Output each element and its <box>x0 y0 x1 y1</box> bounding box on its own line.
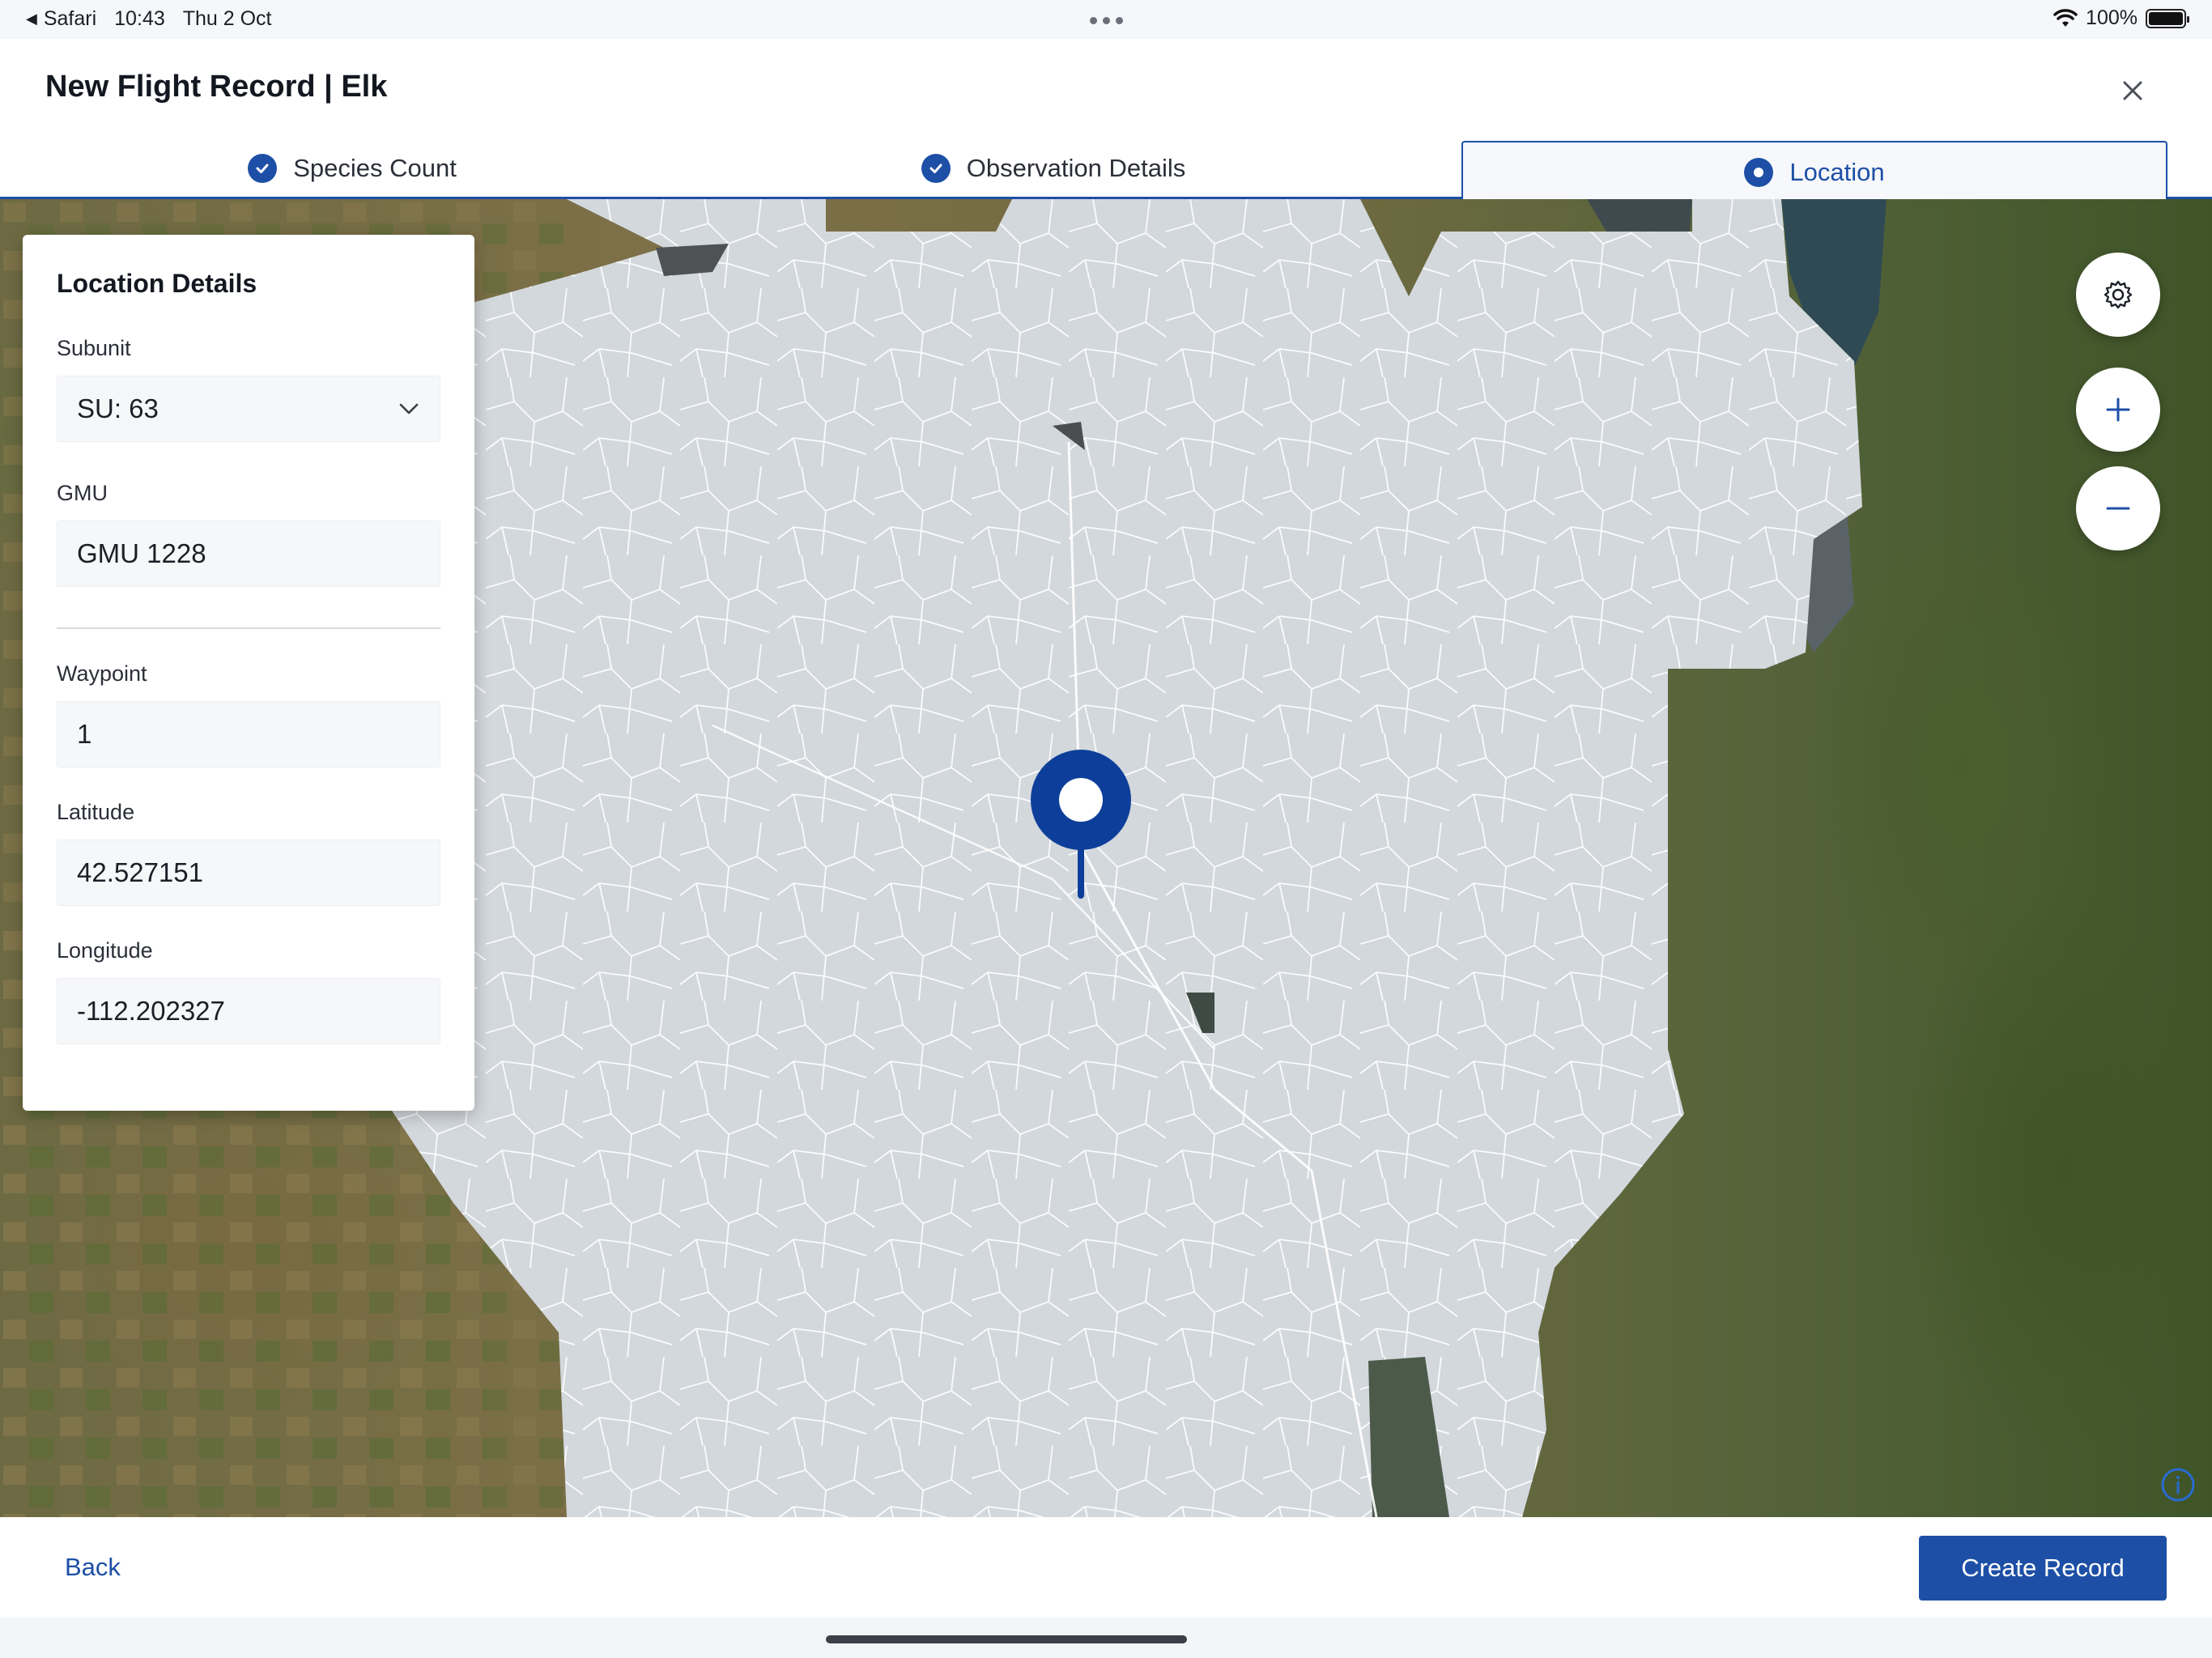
latitude-value: 42.527151 <box>77 857 203 887</box>
status-time: 10:43 <box>114 7 165 30</box>
check-circle-icon <box>921 154 951 183</box>
status-bar-right: 100% <box>2053 6 2189 30</box>
tab-location[interactable]: Location <box>1461 141 2167 202</box>
tab-label: Observation Details <box>966 154 1186 182</box>
subunit-select[interactable]: SU: 63 <box>57 376 440 442</box>
back-app-label[interactable]: Safari <box>44 7 96 31</box>
longitude-field[interactable]: -112.202327 <box>57 978 440 1044</box>
tab-species-count[interactable]: Species Count <box>0 138 704 199</box>
map-settings-button[interactable] <box>2076 253 2160 337</box>
panel-title: Location Details <box>57 269 257 298</box>
divider <box>57 627 440 629</box>
gear-icon <box>2104 280 2133 309</box>
subunit-value: SU: 63 <box>77 393 159 423</box>
minus-icon <box>2106 507 2130 510</box>
status-bar: ◀ Safari 10:43 Thu 2 Oct 100% <box>0 0 2212 39</box>
battery-icon <box>2146 8 2189 28</box>
longitude-value: -112.202327 <box>77 996 225 1026</box>
wifi-icon <box>2053 8 2078 27</box>
waypoint-value: 1 <box>77 719 92 749</box>
plus-icon <box>2106 397 2130 422</box>
gmu-field[interactable]: GMU 1228 <box>57 521 440 587</box>
location-details-panel: Location Details Subunit SU: 63 GMU GMU … <box>23 235 474 1111</box>
modal-header: New Flight Record | Elk <box>0 39 2212 138</box>
tab-label: Location <box>1789 158 1885 186</box>
back-button[interactable]: Back <box>65 1553 121 1582</box>
page-title: New Flight Record | Elk <box>45 70 388 104</box>
longitude-label: Longitude <box>57 938 153 963</box>
gmu-value: GMU 1228 <box>77 538 206 568</box>
latitude-field[interactable]: 42.527151 <box>57 840 440 906</box>
close-icon[interactable] <box>2116 74 2149 107</box>
create-record-button[interactable]: Create Record <box>1919 1536 2167 1601</box>
battery-percent: 100% <box>2086 6 2138 29</box>
footer-bar: Back Create Record <box>0 1517 2212 1618</box>
zoom-in-button[interactable] <box>2076 368 2160 452</box>
chevron-down-icon <box>399 403 419 414</box>
radio-selected-icon <box>1744 158 1774 187</box>
status-bar-left: ◀ Safari 10:43 Thu 2 Oct <box>26 7 271 31</box>
latitude-label: Latitude <box>57 800 135 824</box>
location-pin-icon[interactable] <box>1028 750 1134 903</box>
zoom-out-button[interactable] <box>2076 466 2160 551</box>
tab-label: Species Count <box>293 154 457 182</box>
home-indicator[interactable] <box>826 1635 1187 1643</box>
tab-observation-details[interactable]: Observation Details <box>704 138 1402 199</box>
waypoint-label: Waypoint <box>57 661 147 686</box>
info-icon[interactable] <box>2160 1467 2196 1503</box>
step-tabs: Species Count Observation Details Locati… <box>0 138 2212 202</box>
check-circle-icon <box>248 154 278 183</box>
subunit-label: Subunit <box>57 336 131 360</box>
status-date: Thu 2 Oct <box>182 7 272 30</box>
gmu-label: GMU <box>57 481 108 505</box>
back-to-app-icon[interactable]: ◀ <box>26 11 37 28</box>
waypoint-field[interactable]: 1 <box>57 701 440 767</box>
map-controls <box>2076 253 2160 551</box>
multitasking-dots-icon[interactable] <box>1090 17 1123 24</box>
